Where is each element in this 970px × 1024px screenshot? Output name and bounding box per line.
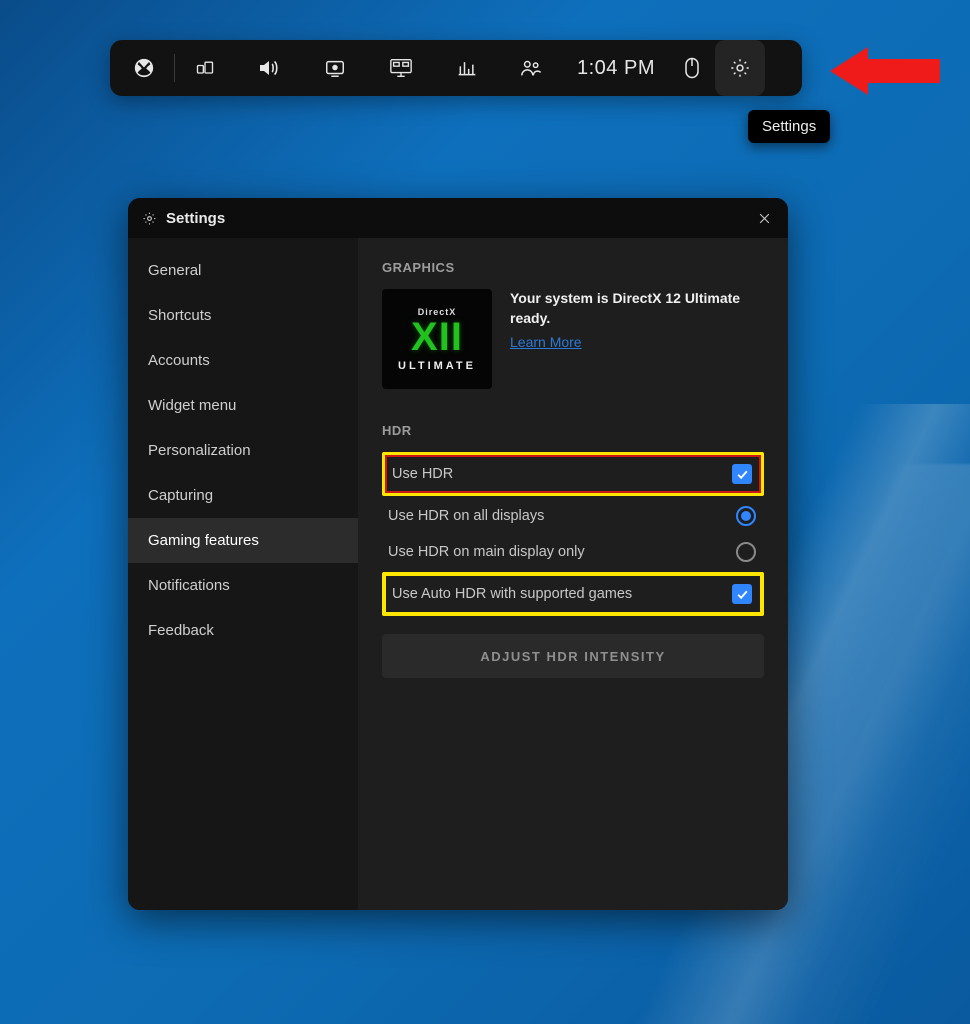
gear-icon [142, 210, 158, 226]
audio-icon[interactable] [233, 40, 303, 96]
settings-sidebar: General Shortcuts Accounts Widget menu P… [128, 238, 358, 910]
xbox-gamebar-toolbar: 1:04 PM [110, 40, 802, 96]
settings-tooltip: Settings [748, 110, 830, 143]
sidebar-item-capturing[interactable]: Capturing [128, 473, 358, 518]
learn-more-link[interactable]: Learn More [510, 334, 582, 350]
settings-window: Settings General Shortcuts Accounts Widg… [128, 198, 788, 910]
display-icon[interactable] [367, 40, 435, 96]
sidebar-item-shortcuts[interactable]: Shortcuts [128, 293, 358, 338]
sidebar-item-gaming-features[interactable]: Gaming features [128, 518, 358, 563]
close-button[interactable] [746, 200, 782, 236]
directx-tile-bottom: ULTIMATE [398, 360, 476, 372]
sidebar-item-notifications[interactable]: Notifications [128, 563, 358, 608]
sidebar-item-accounts[interactable]: Accounts [128, 338, 358, 383]
annotation-arrow [830, 45, 940, 97]
directx-tile-logo: XII [411, 317, 463, 357]
highlight-use-hdr: Use HDR [382, 452, 764, 496]
toolbar-divider [174, 54, 175, 82]
use-hdr-label: Use HDR [392, 466, 453, 482]
graphics-heading: GRAPHICS [382, 260, 764, 275]
xbox-icon[interactable] [116, 40, 172, 96]
adjust-hdr-intensity-button[interactable]: ADJUST HDR INTENSITY [382, 634, 764, 678]
hdr-all-displays-label: Use HDR on all displays [388, 508, 544, 524]
auto-hdr-checkbox[interactable] [732, 584, 752, 604]
hdr-main-display-radio[interactable] [736, 542, 756, 562]
settings-titlebar: Settings [128, 198, 788, 238]
sidebar-item-personalization[interactable]: Personalization [128, 428, 358, 473]
sidebar-item-widget-menu[interactable]: Widget menu [128, 383, 358, 428]
hdr-all-displays-radio[interactable] [736, 506, 756, 526]
hdr-main-display-label: Use HDR on main display only [388, 544, 585, 560]
directx-status-text: Your system is DirectX 12 Ultimate ready… [510, 289, 764, 328]
settings-title: Settings [166, 210, 225, 227]
hdr-heading: HDR [382, 423, 764, 438]
social-icon[interactable] [499, 40, 563, 96]
settings-button[interactable] [715, 40, 765, 96]
settings-content: GRAPHICS DirectX XII ULTIMATE Your syste… [358, 238, 788, 910]
directx-ultimate-tile: DirectX XII ULTIMATE [382, 289, 492, 389]
widgets-icon[interactable] [177, 40, 233, 96]
highlight-auto-hdr: Use Auto HDR with supported games [382, 572, 764, 616]
capture-icon[interactable] [303, 40, 367, 96]
auto-hdr-label: Use Auto HDR with supported games [392, 586, 632, 602]
performance-icon[interactable] [435, 40, 499, 96]
mouse-icon[interactable] [669, 40, 715, 96]
sidebar-item-feedback[interactable]: Feedback [128, 608, 358, 653]
use-hdr-checkbox[interactable] [732, 464, 752, 484]
sidebar-item-general[interactable]: General [128, 248, 358, 293]
gamebar-clock: 1:04 PM [563, 57, 669, 80]
